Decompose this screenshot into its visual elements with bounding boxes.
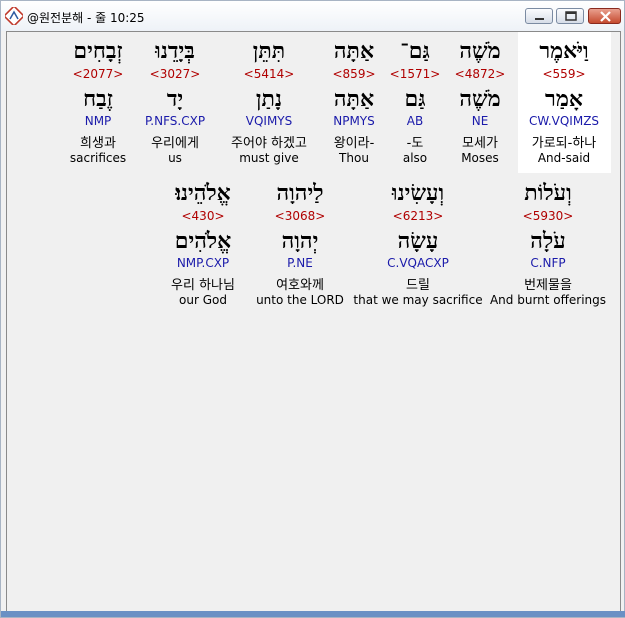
hebrew-lemma: מֹשֶׁה (459, 86, 501, 112)
english-gloss: And burnt offerings (489, 293, 607, 307)
strong-number: <3027> (149, 67, 201, 81)
close-icon (600, 11, 611, 22)
hebrew-lemma: אַתָּה (333, 86, 375, 112)
app-window: @원전분해 - 줄 10:25 וַיֹּאמֶר <559> אָמַר CW… (0, 0, 625, 618)
korean-gloss: 모세가 (462, 136, 498, 151)
english-gloss: that we may sacrifice (353, 293, 483, 307)
korean-gloss: -도 (406, 136, 424, 151)
strong-number: <2077> (72, 67, 124, 81)
korean-gloss: 우리 하나님 (171, 278, 235, 293)
strong-number: <4872> (454, 67, 506, 81)
korean-gloss: 번제물을 (524, 278, 572, 293)
strong-number: <6213> (392, 209, 444, 223)
title-bar[interactable]: @원전분해 - 줄 10:25 (1, 1, 624, 31)
korean-gloss: 왕이라- (333, 136, 375, 151)
hebrew-text: בְּיָדֵנוּ (155, 38, 195, 64)
maximize-button[interactable] (556, 8, 584, 24)
morphology-code: P.NE (287, 256, 313, 270)
hebrew-lemma: נָתַן (255, 86, 283, 112)
hebrew-text: תִּתֵּן (252, 38, 286, 64)
morphology-code: NMP.CXP (176, 256, 230, 270)
app-logo-icon (2, 4, 26, 28)
hebrew-text: מֹשֶׁה (459, 38, 501, 64)
english-gloss: unto the LORD (256, 293, 344, 307)
maximize-icon (565, 11, 577, 21)
hebrew-lemma: עֹלָה (530, 228, 566, 254)
english-gloss: also (402, 151, 428, 165)
hebrew-text: אֱלֹהֵינוּ׃ (175, 180, 231, 206)
hebrew-text: וְעָשִׂינוּ (391, 180, 445, 206)
english-gloss: Moses (461, 151, 499, 165)
hebrew-lemma: אֱלֹהִים (174, 228, 232, 254)
morphology-code: NMP (84, 114, 112, 128)
hebrew-lemma: יָד (166, 86, 184, 112)
korean-gloss: 주어야 하겠고 (231, 136, 307, 151)
english-gloss: sacrifices (69, 151, 127, 165)
morphology-code: CW.VQIMZS (528, 114, 600, 128)
morphology-code: C.NFP (530, 256, 566, 270)
hebrew-text: וַיֹּאמֶר (539, 38, 589, 64)
window-title: @원전분해 - 줄 10:25 (27, 11, 145, 25)
hebrew-text: לַיהוָה (276, 180, 324, 206)
morphology-code: P.NFS.CXP (144, 114, 206, 128)
korean-gloss: 우리에게 (151, 136, 199, 151)
strong-number: <430> (181, 209, 225, 223)
minimize-icon (535, 18, 544, 20)
strong-number: <5414> (243, 67, 295, 81)
korean-gloss: 드릴 (406, 278, 430, 293)
english-gloss: And-said (537, 151, 591, 165)
strong-number: <559> (542, 67, 586, 81)
window-bottom-edge (1, 611, 625, 617)
hebrew-text: גַּם־ (400, 38, 430, 64)
hebrew-lemma: אָמַר (545, 86, 583, 112)
korean-gloss: 여호와께 (276, 278, 324, 293)
strong-number: <3068> (274, 209, 326, 223)
korean-gloss: 가로되-하나 (531, 136, 597, 151)
english-gloss: us (168, 151, 182, 165)
english-gloss: must give (239, 151, 299, 165)
strong-number: <859> (332, 67, 376, 81)
hebrew-lemma: יְהוָה (281, 228, 319, 254)
minimize-button[interactable] (525, 8, 553, 24)
hebrew-lemma: זֶבַח (83, 86, 113, 112)
interlinear-view[interactable]: וַיֹּאמֶר <559> אָמַר CW.VQIMZS 가로되-하나 A… (6, 31, 621, 613)
hebrew-text: זְבָחִים (73, 38, 123, 64)
hebrew-lemma: עָשָׂה (397, 228, 439, 254)
morphology-code: NE (471, 114, 489, 128)
english-gloss: our God (179, 293, 227, 307)
hebrew-text: וְעֹלוֹת (524, 180, 572, 206)
hebrew-lemma: גַּם (404, 86, 426, 112)
morphology-code: VQIMYS (245, 114, 293, 128)
morphology-code: AB (406, 114, 424, 128)
morphology-code: NPMYS (333, 114, 375, 128)
english-gloss: Thou (339, 151, 369, 165)
strong-number: <5930> (522, 209, 574, 223)
close-button[interactable] (588, 8, 621, 24)
korean-gloss: 희생과 (80, 136, 116, 151)
hebrew-text: אַתָּה (333, 38, 375, 64)
morphology-code: C.VQACXP (387, 256, 449, 270)
strong-number: <1571> (389, 67, 441, 81)
